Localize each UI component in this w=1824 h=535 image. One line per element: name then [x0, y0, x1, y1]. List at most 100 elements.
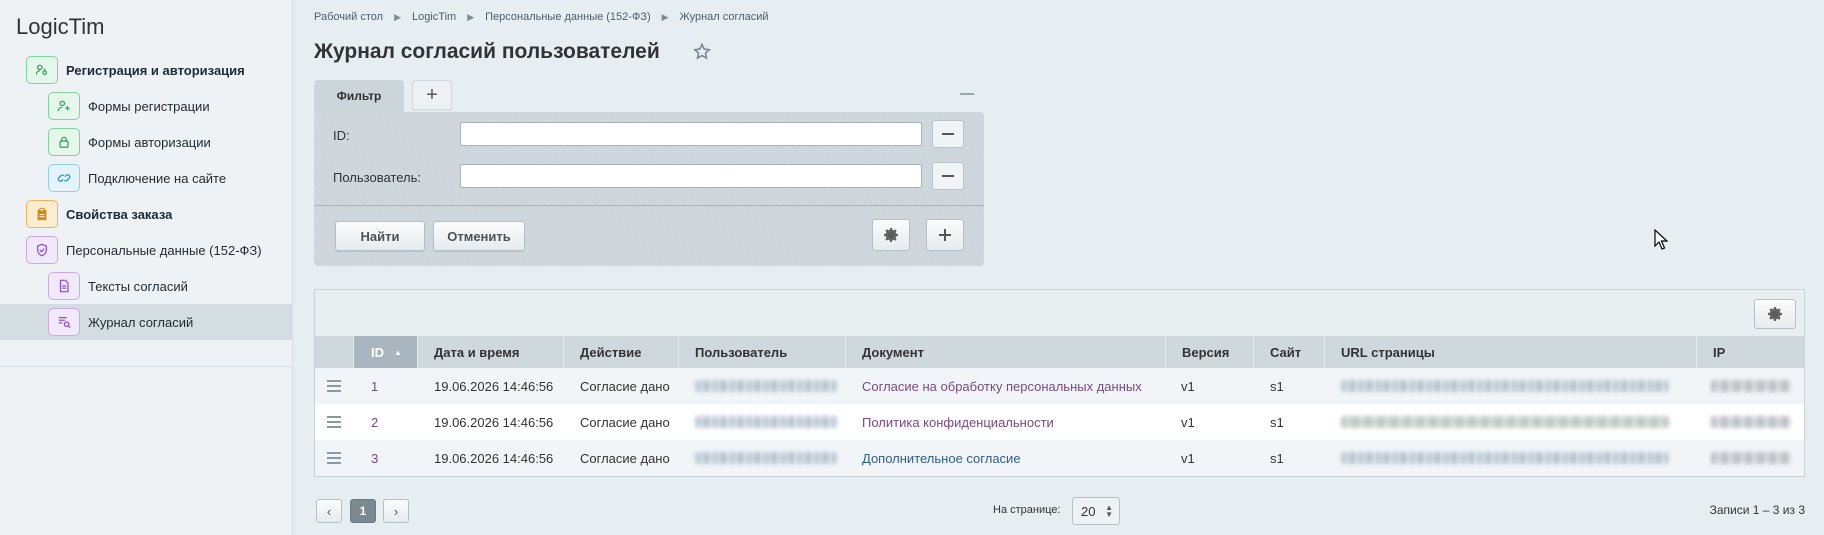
filter-add-tab-button[interactable]: + [412, 80, 452, 110]
cell-action: Согласие дано [580, 414, 670, 430]
cell-document[interactable]: Дополнительное согласие [862, 440, 1021, 476]
per-page-value: 20 [1081, 503, 1096, 519]
sidebar-item-site-connection[interactable]: Подключение на сайте [0, 160, 292, 196]
find-button[interactable]: Найти [335, 221, 425, 251]
breadcrumb: Рабочий стол ▶ LogicTim ▶ Персональные д… [314, 11, 769, 23]
header-user[interactable]: Пользователь [679, 336, 846, 368]
filter-divider [314, 205, 984, 206]
minus-icon [942, 133, 954, 135]
sidebar-item-label: Формы регистрации [88, 98, 210, 114]
cell-id[interactable]: 2 [371, 404, 378, 440]
cell-ip-redacted [1711, 440, 1791, 476]
cell-document[interactable]: Политика конфиденциальности [862, 404, 1054, 440]
breadcrumb-item[interactable]: Рабочий стол [314, 11, 383, 23]
breadcrumb-separator-icon: ▶ [467, 11, 475, 22]
header-site[interactable]: Сайт [1254, 336, 1325, 368]
header-url[interactable]: URL страницы [1325, 336, 1697, 368]
header-version[interactable]: Версия [1166, 336, 1254, 368]
header-action[interactable]: Действие [564, 336, 679, 368]
pager-next-button[interactable]: › [383, 499, 409, 523]
cell-version: v1 [1181, 450, 1195, 466]
shield-icon [26, 236, 58, 264]
gear-icon [884, 228, 898, 242]
filter-user-input[interactable] [460, 164, 922, 188]
sidebar-item-consent-journal[interactable]: Журнал согласий [0, 304, 292, 340]
sidebar-item-label: Журнал согласий [88, 314, 194, 330]
cell-action: Согласие дано [580, 450, 670, 466]
gear-icon [1768, 307, 1782, 321]
cell-site: s1 [1270, 414, 1284, 430]
breadcrumb-item[interactable]: Персональные данные (152-ФЗ) [485, 11, 651, 23]
filter-user-remove-button[interactable] [932, 162, 964, 190]
sidebar-item-order-properties[interactable]: Свойства заказа [0, 196, 292, 232]
lock-icon [48, 128, 80, 156]
plus-icon [939, 229, 951, 241]
breadcrumb-item[interactable]: Журнал согласий [680, 11, 769, 23]
sidebar-item-label: Регистрация и авторизация [66, 62, 245, 78]
sidebar-item-personal-data[interactable]: Персональные данные (152-ФЗ) [0, 232, 292, 268]
grid-toolbar [315, 290, 1804, 336]
consent-grid: ID ▲ Дата и время Действие Пользователь … [314, 289, 1805, 477]
sidebar: LogicTim Регистрация и авторизация Формы… [0, 0, 293, 535]
filter-user-label: Пользователь: [333, 170, 421, 185]
breadcrumb-item[interactable]: LogicTim [412, 11, 456, 23]
row-menu-icon[interactable] [327, 380, 341, 392]
sidebar-item-registration-forms[interactable]: Формы регистрации [0, 88, 292, 124]
row-menu-icon[interactable] [327, 416, 341, 428]
header-action-column [315, 336, 354, 368]
grid-settings-button[interactable] [1754, 299, 1796, 329]
cell-user-redacted [695, 404, 837, 440]
table-row: 1 19.06.2026 14:46:56 Согласие дано Согл… [315, 368, 1804, 404]
journal-search-icon [48, 308, 80, 336]
cell-ip-redacted [1711, 404, 1791, 440]
cell-datetime: 19.06.2026 14:46:56 [434, 378, 554, 394]
sidebar-item-label: Подключение на сайте [88, 170, 227, 186]
breadcrumb-separator-icon: ▶ [661, 11, 669, 22]
sidebar-item-label: Персональные данные (152-ФЗ) [66, 242, 262, 258]
sidebar-item-consent-texts[interactable]: Тексты согласий [0, 268, 292, 304]
cell-document[interactable]: Согласие на обработку персональных данны… [862, 368, 1142, 404]
cell-user-redacted [695, 368, 837, 404]
page-title: Журнал согласий пользователей [314, 40, 660, 63]
filter-panel: ID: Пользователь: Найти Отменить [314, 112, 984, 266]
filter-tab[interactable]: Фильтр [314, 80, 404, 112]
sidebar-divider [0, 366, 292, 367]
cell-action: Согласие дано [580, 378, 670, 394]
sidebar-item-label: Свойства заказа [66, 206, 173, 222]
user-key-icon [26, 56, 58, 84]
cell-user-redacted [695, 440, 837, 476]
header-id[interactable]: ID ▲ [354, 336, 418, 368]
per-page-label: На странице: [993, 504, 1061, 516]
row-menu-icon[interactable] [327, 452, 341, 464]
clipboard-icon [26, 200, 58, 228]
link-icon [48, 164, 80, 192]
table-row: 2 19.06.2026 14:46:56 Согласие дано Поли… [315, 404, 1804, 440]
star-icon[interactable] [692, 42, 712, 62]
header-ip[interactable]: IP [1697, 336, 1806, 368]
sidebar-item-registration-auth[interactable]: Регистрация и авторизация [0, 52, 292, 88]
document-icon [48, 272, 80, 300]
cell-id[interactable]: 1 [371, 368, 378, 404]
records-count: Записи 1 – 3 из 3 [1709, 503, 1805, 517]
filter-add-field-button[interactable] [926, 219, 964, 251]
cell-id[interactable]: 3 [371, 440, 378, 476]
minus-icon [942, 175, 954, 177]
user-add-icon [48, 92, 80, 120]
header-label: ID [371, 344, 384, 360]
filter-minimize-icon[interactable] [960, 93, 974, 95]
filter-id-input[interactable] [460, 122, 922, 146]
pager-prev-button[interactable]: ‹ [316, 499, 342, 523]
cell-url-redacted [1341, 404, 1669, 440]
sidebar-item-auth-forms[interactable]: Формы авторизации [0, 124, 292, 160]
pager-page-1[interactable]: 1 [350, 499, 376, 523]
header-document[interactable]: Документ [846, 336, 1166, 368]
app-title: LogicTim [16, 14, 105, 39]
per-page-select[interactable]: 20 ▲ ▼ [1072, 497, 1120, 525]
header-datetime[interactable]: Дата и время [418, 336, 564, 368]
filter-settings-button[interactable] [872, 219, 910, 251]
sort-asc-icon: ▲ [394, 347, 402, 357]
cancel-button[interactable]: Отменить [433, 221, 525, 251]
filter-id-remove-button[interactable] [932, 120, 964, 148]
cell-site: s1 [1270, 378, 1284, 394]
cell-version: v1 [1181, 378, 1195, 394]
